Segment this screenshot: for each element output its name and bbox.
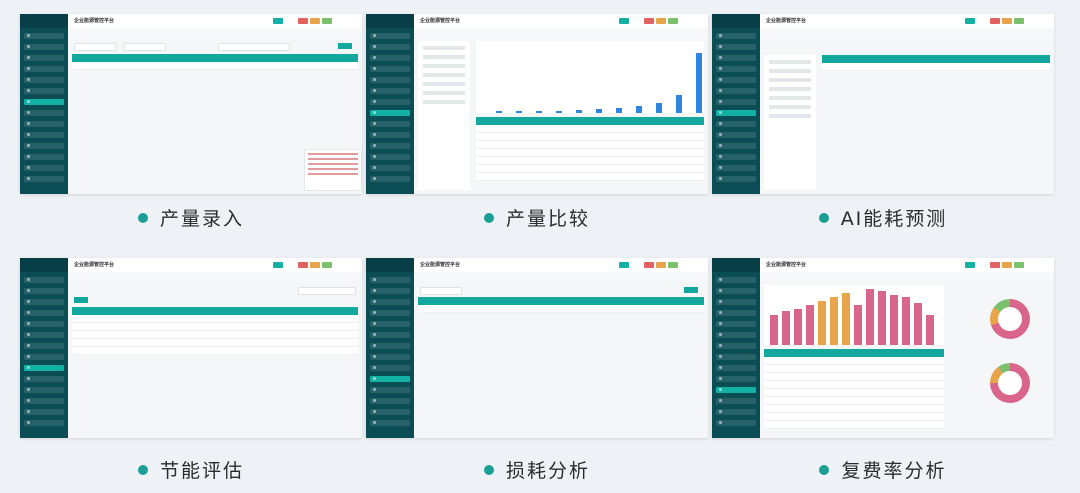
sidebar [712,258,760,438]
app-title: 企业能源管控平台 [420,18,461,24]
content-area [760,281,1054,438]
app-header: 企业能源管控平台 [68,258,362,273]
app-title: 企业能源管控平台 [766,18,807,24]
screenshot-loss-analysis: 企业能源管控平台 [366,258,708,438]
bullet-dot-icon [483,212,494,223]
caption-tariff-rate-analysis: 复费率分析 [712,456,1054,483]
caption-energy-saving-eval: 节能评估 [20,456,362,483]
content-area [414,37,708,194]
content-area [414,281,708,438]
app-title: 企业能源管控平台 [74,18,115,24]
content-area [68,37,362,194]
donut-chart [990,299,1030,339]
screenshot-energy-saving-eval: 企业能源管控平台 [20,258,362,438]
screenshot-production-compare: 企业能源管控平台 [366,14,708,194]
bullet-dot-icon [819,464,830,475]
caption-loss-analysis: 损耗分析 [366,456,708,483]
app-title: 企业能源管控平台 [420,262,461,268]
screenshot-tariff-rate-analysis: 企业能源管控平台 [712,258,1054,438]
screenshot-ai-energy-forecast: 企业能源管控平台 [712,14,1054,194]
bullet-dot-icon [137,464,148,475]
caption-production-compare: 产量比较 [366,204,708,231]
content-area [68,281,362,438]
sidebar [712,14,760,194]
sidebar [20,14,68,194]
bullet-dot-icon [818,212,829,223]
sidebar [20,258,68,438]
caption-ai-energy-forecast: AI能耗预测 [712,204,1054,231]
app-title: 企业能源管控平台 [766,262,807,268]
caption-production-entry: 产量录入 [20,204,362,231]
bullet-dot-icon [137,212,148,223]
feature-grid: 企业能源管控平台 产量录入 企业能源管控平台 产量比较 企业能源管控平台 AI能… [0,0,1080,493]
sidebar [366,258,414,438]
app-header: 企业能源管控平台 [760,14,1054,29]
donut-chart [990,363,1030,403]
app-header: 企业能源管控平台 [414,258,708,273]
content-area [760,37,1054,194]
app-header: 企业能源管控平台 [68,14,362,29]
app-title: 企业能源管控平台 [74,262,115,268]
bullet-dot-icon [483,464,494,475]
screenshot-production-entry: 企业能源管控平台 [20,14,362,194]
sidebar [366,14,414,194]
app-header: 企业能源管控平台 [414,14,708,29]
app-header: 企业能源管控平台 [760,258,1054,273]
